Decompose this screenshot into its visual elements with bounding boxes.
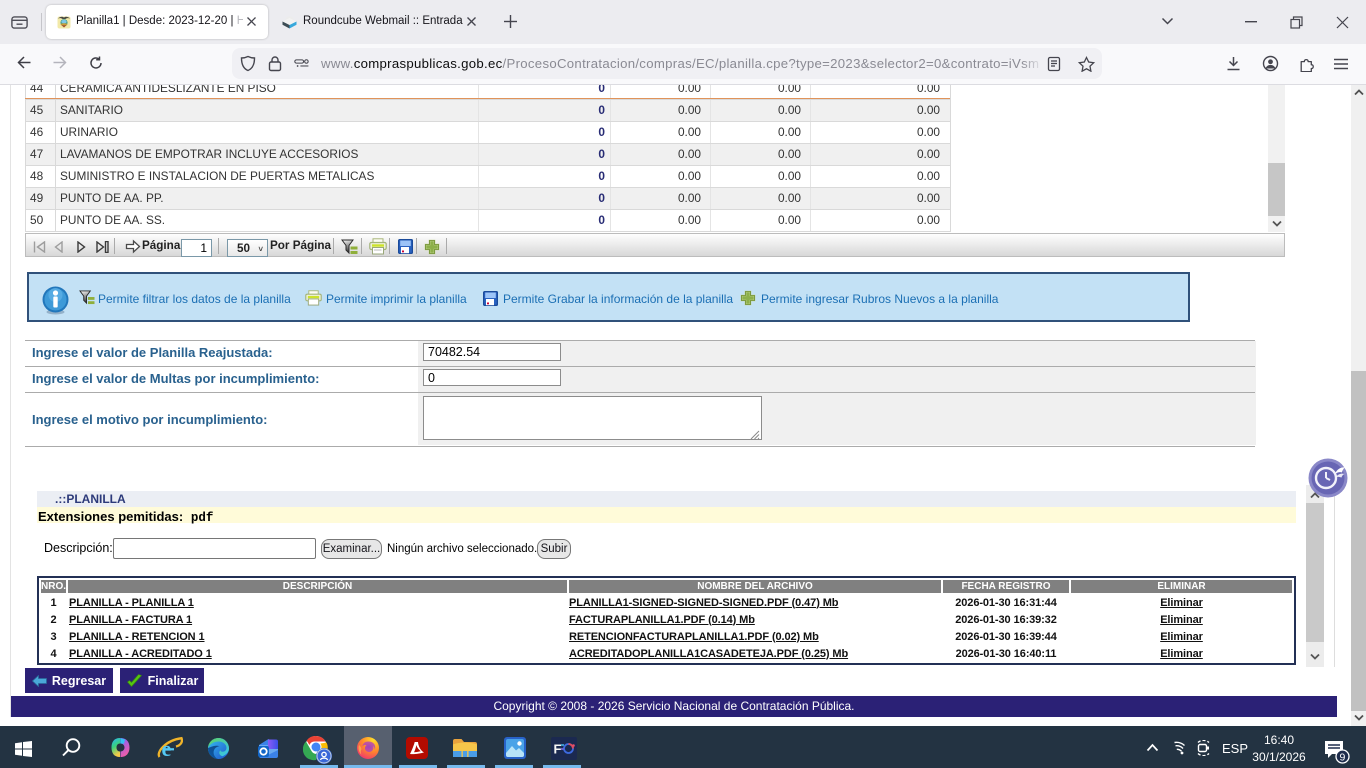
- svg-text:9: 9: [1340, 752, 1346, 764]
- svg-text:F: F: [554, 742, 562, 757]
